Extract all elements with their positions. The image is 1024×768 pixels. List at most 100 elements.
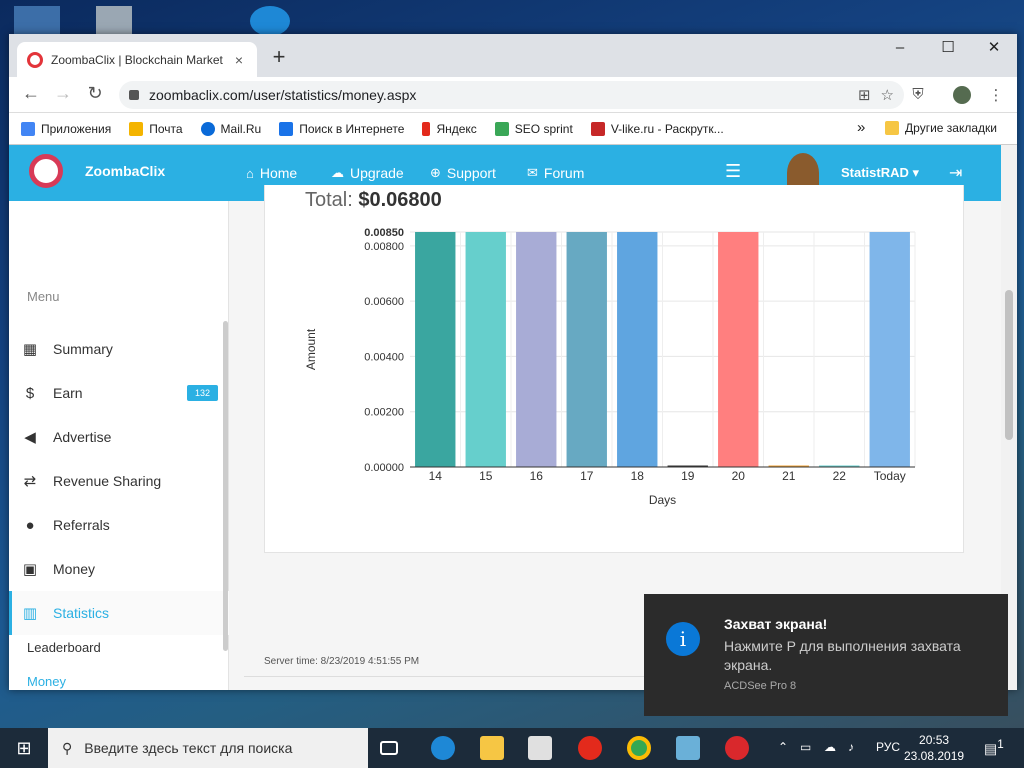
scrollbar-thumb[interactable] <box>1005 290 1013 440</box>
new-tab-button[interactable]: + <box>267 44 291 70</box>
file-explorer-icon[interactable] <box>480 736 504 760</box>
language-indicator[interactable]: РУС <box>876 740 900 754</box>
y-tick-label: 0.00000 <box>364 462 404 474</box>
y-tick-label: 0.00850 <box>364 227 404 239</box>
nav-forum[interactable]: ✉ Forum <box>527 165 584 181</box>
search-icon <box>279 121 294 136</box>
chart-bar <box>617 232 658 467</box>
chrome-taskbar-icon[interactable] <box>627 736 651 760</box>
network-icon[interactable]: ▭ <box>800 740 811 754</box>
action-center-icon[interactable]: ▤1 <box>984 738 1004 758</box>
sidebar-item-referrals[interactable]: ● Referrals <box>9 503 229 547</box>
extension-shield-icon[interactable]: ⛨ <box>909 86 927 104</box>
taskbar: ⊞ ⚲ Введите здесь текст для поиска ⌃ ▭ ☁ … <box>0 728 1024 768</box>
money-icon: ▣ <box>22 561 38 578</box>
forward-icon[interactable]: → <box>51 83 75 104</box>
summary-icon: ▦ <box>22 341 38 358</box>
brand-name[interactable]: ZoombaClix <box>85 163 165 179</box>
edge-taskbar-icon[interactable] <box>431 736 455 760</box>
user-menu[interactable]: StatistRAD ▾ <box>841 165 919 181</box>
bookmark-search[interactable]: Поиск в Интернете <box>279 121 404 136</box>
windows-start-icon[interactable]: ⊞ <box>0 728 48 768</box>
server-time: Server time: 8/23/2019 4:51:55 PM <box>264 656 420 667</box>
sidebar-item-money[interactable]: ▣ Money <box>9 547 229 591</box>
edge-desktop-icon[interactable] <box>250 6 290 36</box>
desktop-icon[interactable] <box>14 6 60 36</box>
x-tick-label: 21 <box>782 469 796 483</box>
nav-home[interactable]: ⌂ Home <box>246 165 297 181</box>
notification-toast[interactable]: i Захват экрана! Нажмите P для выполнени… <box>644 594 1008 716</box>
browser-tab[interactable]: ZoombaClix | Blockchain Marketi × <box>17 42 257 77</box>
exchange-icon: ⇄ <box>23 473 37 490</box>
sidebar-item-advertise[interactable]: ◀ Advertise <box>9 415 229 459</box>
translate-icon[interactable]: ⊞ <box>858 86 871 104</box>
cloud-upload-icon: ☁ <box>331 165 344 180</box>
clock-time: 20:53 <box>919 733 950 747</box>
bookmark-label: Яндекс <box>436 121 477 136</box>
back-icon[interactable]: ← <box>19 83 43 104</box>
browser-menu-icon[interactable]: ⋮ <box>987 86 1005 104</box>
minimize-button[interactable]: – <box>877 34 923 62</box>
zoombaclix-logo[interactable] <box>29 154 63 188</box>
bookmark-mailru[interactable]: Mail.Ru <box>200 121 261 136</box>
apps-grid-icon <box>21 121 35 136</box>
sidebar-item-statistics[interactable]: ▥ Statistics <box>9 591 229 635</box>
bookmark-yandex[interactable]: Яндекс <box>422 121 477 136</box>
maximize-button[interactable]: ☐ <box>925 34 971 62</box>
recorder-taskbar-icon[interactable] <box>725 736 749 760</box>
profile-avatar[interactable] <box>953 86 971 104</box>
acdsee-taskbar-icon[interactable] <box>676 736 700 760</box>
tray-chevron-icon[interactable]: ⌃ <box>778 740 788 754</box>
settings-sliders-icon[interactable]: ☰ <box>725 161 741 182</box>
other-bookmarks[interactable]: Другие закладки <box>885 121 997 135</box>
omnibox[interactable]: zoombaclix.com/user/statistics/money.asp… <box>119 81 904 109</box>
mail-icon <box>129 121 144 136</box>
bookmark-star-icon[interactable]: ☆ <box>881 86 894 104</box>
y-axis-title: Amount <box>304 328 318 370</box>
mailru-icon <box>200 121 215 136</box>
submenu-money[interactable]: Money <box>27 674 66 689</box>
clock[interactable]: 20:53 23.08.2019 <box>904 732 964 764</box>
yandex-browser-icon[interactable] <box>578 736 602 760</box>
bar-chart-icon: ▥ <box>22 605 38 622</box>
x-tick-label: 16 <box>530 469 544 483</box>
sidebar: Menu ▦ Summary $ Earn 132 ◀ Advertise ⇄ Reven… <box>9 201 229 690</box>
sidebar-item-earn[interactable]: $ Earn 132 <box>9 371 229 415</box>
tab-close-icon[interactable]: × <box>231 52 247 68</box>
bookmark-vlike[interactable]: V-like.ru - Раскрутк... <box>590 121 724 136</box>
sidebar-item-revenue-sharing[interactable]: ⇄ Revenue Sharing <box>9 459 229 503</box>
sidebar-item-label: Money <box>53 561 96 577</box>
bookmark-label: V-like.ru - Раскрутк... <box>610 121 724 136</box>
sidebar-scrollbar[interactable] <box>223 321 228 651</box>
bookmark-mail[interactable]: Почта <box>129 121 183 136</box>
bookmarks-overflow-icon[interactable]: » <box>857 119 865 136</box>
logout-icon[interactable]: ⇥ <box>949 163 962 183</box>
onedrive-icon[interactable]: ☁ <box>824 740 836 754</box>
nav-label: Home <box>259 165 298 181</box>
nav-label: Support <box>446 165 496 181</box>
close-window-button[interactable]: ✕ <box>971 34 1017 62</box>
info-icon: i <box>666 622 700 656</box>
reload-icon[interactable]: ↻ <box>83 83 107 104</box>
total-value: $0.06800 <box>358 189 442 211</box>
taskbar-search[interactable]: ⚲ Введите здесь текст для поиска <box>48 728 368 768</box>
notification-app: ACDSee Pro 8 <box>724 680 797 692</box>
store-icon[interactable] <box>528 736 552 760</box>
bookmark-apps[interactable]: Приложения <box>21 121 112 136</box>
nav-upgrade[interactable]: ☁ Upgrade <box>331 165 404 181</box>
nav-support[interactable]: ⊕ Support <box>430 165 496 181</box>
users-icon: ● <box>25 516 35 534</box>
sidebar-item-summary[interactable]: ▦ Summary <box>9 327 229 371</box>
sidebar-item-label: Summary <box>53 341 113 357</box>
bookmark-label: Приложения <box>41 121 112 136</box>
bookmark-seosprint[interactable]: SEO sprint <box>494 121 573 136</box>
notification-body: Нажмите P для выполнения захвата экрана. <box>724 638 961 673</box>
volume-icon[interactable]: ♪ <box>848 740 854 754</box>
total-label: Total: <box>305 189 353 211</box>
chart-bar <box>869 232 910 467</box>
task-view-icon[interactable] <box>380 741 398 755</box>
recycle-bin-icon[interactable] <box>96 6 132 36</box>
money-bar-chart: 0.00000 0.00200 0.00400 0.00600 0.00800 0.008… <box>304 227 916 507</box>
url-text[interactable]: zoombaclix.com/user/statistics/money.asp… <box>149 87 848 103</box>
submenu-leaderboard[interactable]: Leaderboard <box>27 640 101 655</box>
